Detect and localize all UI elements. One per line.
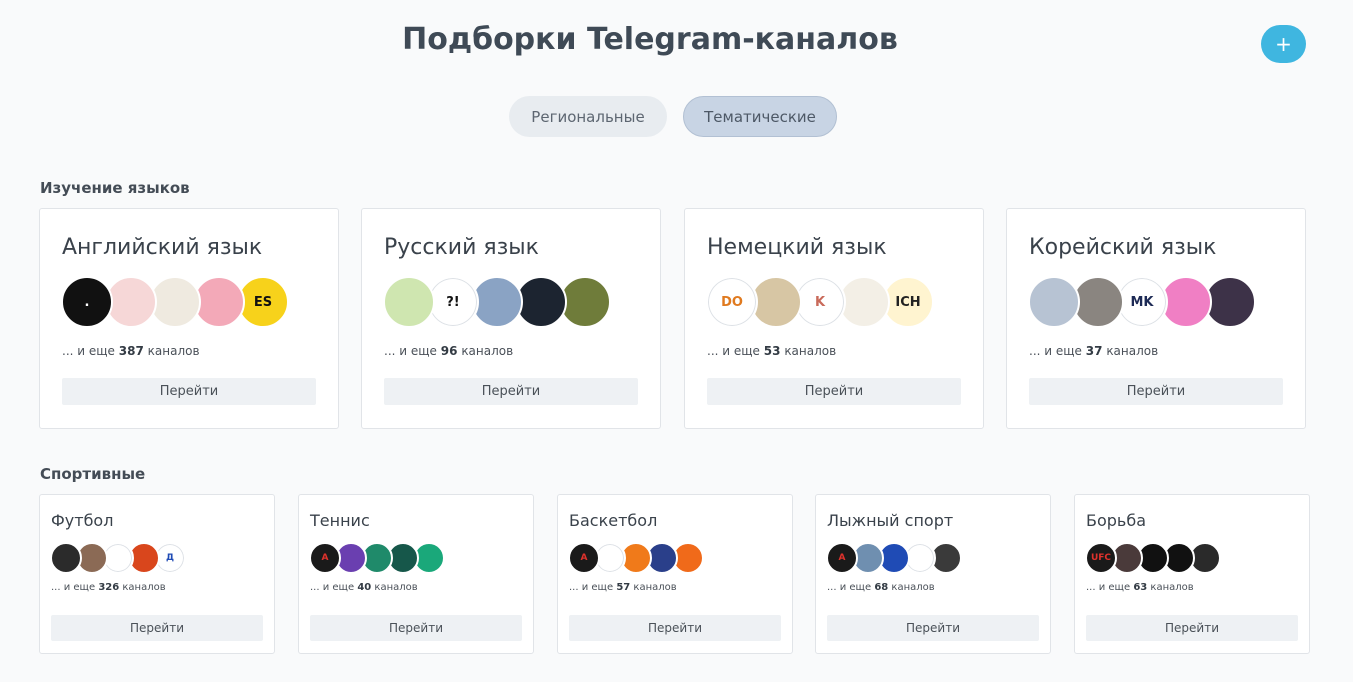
avatar-stack: UFC xyxy=(1085,542,1221,574)
more-channels-text: ... и еще 387 каналов xyxy=(62,344,200,358)
card-title: Английский язык xyxy=(62,235,263,260)
go-button[interactable]: Перейти xyxy=(1029,378,1283,405)
collection-card: Баскетбол A ... и еще 57 каналов Перейти xyxy=(557,494,793,654)
collection-card: Русский язык ?! ... и еще 96 каналов Пер… xyxy=(361,208,661,429)
collection-card: Английский язык . ES ... и еще 387 канало… xyxy=(39,208,339,429)
tabs: Региональные Тематические xyxy=(509,96,837,137)
section-title-languages: Изучение языков xyxy=(40,179,190,197)
collection-card: Лыжный спорт A ... и еще 68 каналов Пере… xyxy=(815,494,1051,654)
channel-avatar: A xyxy=(309,542,341,574)
collection-card: Корейский язык MK ... и еще 37 каналов П… xyxy=(1006,208,1306,429)
go-button[interactable]: Перейти xyxy=(1086,615,1298,641)
go-button[interactable]: Перейти xyxy=(384,378,638,405)
go-button[interactable]: Перейти xyxy=(569,615,781,641)
channel-count: 40 xyxy=(357,582,372,593)
card-title: Футбол xyxy=(51,511,114,530)
more-channels-text: ... и еще 326 каналов xyxy=(51,582,166,593)
avatar-stack: . ES xyxy=(61,276,289,328)
channel-avatar xyxy=(383,276,435,328)
channel-count: 63 xyxy=(1133,582,1148,593)
page-title: Подборки Telegram-каналов xyxy=(402,22,898,57)
channel-count: 326 xyxy=(98,582,120,593)
channel-count: 68 xyxy=(874,582,889,593)
card-title: Лыжный спорт xyxy=(827,511,954,530)
collection-card: Немецкий язык DO K ICH ... и еще 53 канало… xyxy=(684,208,984,429)
channel-avatar: A xyxy=(568,542,600,574)
avatar-stack: MK xyxy=(1028,276,1256,328)
add-button[interactable]: + xyxy=(1261,25,1306,63)
more-channels-text: ... и еще 96 каналов xyxy=(384,344,514,358)
channel-count: 57 xyxy=(616,582,631,593)
more-channels-text: ... и еще 68 каналов xyxy=(827,582,935,593)
go-button[interactable]: Перейти xyxy=(62,378,316,405)
section-title-sports: Спортивные xyxy=(40,465,146,483)
more-channels-text: ... и еще 53 каналов xyxy=(707,344,837,358)
avatar-stack: A xyxy=(568,542,704,574)
tab-thematic[interactable]: Тематические xyxy=(683,96,837,137)
channel-count: 96 xyxy=(440,344,458,358)
card-title: Корейский язык xyxy=(1029,235,1217,260)
avatar-stack: ?! xyxy=(383,276,611,328)
go-button[interactable]: Перейти xyxy=(310,615,522,641)
channel-count: 53 xyxy=(763,344,781,358)
card-title: Русский язык xyxy=(384,235,539,260)
go-button[interactable]: Перейти xyxy=(51,615,263,641)
collection-card: Теннис A ... и еще 40 каналов Перейти xyxy=(298,494,534,654)
more-channels-text: ... и еще 37 каналов xyxy=(1029,344,1159,358)
avatar-stack: A xyxy=(309,542,445,574)
go-button[interactable]: Перейти xyxy=(707,378,961,405)
channel-avatar: . xyxy=(61,276,113,328)
channel-avatar: A xyxy=(826,542,858,574)
avatar-stack: A xyxy=(826,542,962,574)
channel-avatar xyxy=(1028,276,1080,328)
card-title: Борьба xyxy=(1086,511,1147,530)
collection-card: Борьба UFC ... и еще 63 каналов Перейти xyxy=(1074,494,1310,654)
channel-avatar xyxy=(50,542,82,574)
go-button[interactable]: Перейти xyxy=(827,615,1039,641)
tab-regional[interactable]: Региональные xyxy=(509,96,667,137)
more-channels-text: ... и еще 40 каналов xyxy=(310,582,418,593)
collection-card: Футбол Д ... и еще 326 каналов Перейти xyxy=(39,494,275,654)
channel-avatar: UFC xyxy=(1085,542,1117,574)
card-title: Баскетбол xyxy=(569,511,658,530)
channel-avatar: DO xyxy=(706,276,758,328)
avatar-stack: DO K ICH xyxy=(706,276,934,328)
card-title: Немецкий язык xyxy=(707,235,887,260)
more-channels-text: ... и еще 63 каналов xyxy=(1086,582,1194,593)
card-title: Теннис xyxy=(310,511,370,530)
more-channels-text: ... и еще 57 каналов xyxy=(569,582,677,593)
avatar-stack: Д xyxy=(50,542,186,574)
channel-count: 387 xyxy=(118,344,144,358)
channel-count: 37 xyxy=(1085,344,1103,358)
